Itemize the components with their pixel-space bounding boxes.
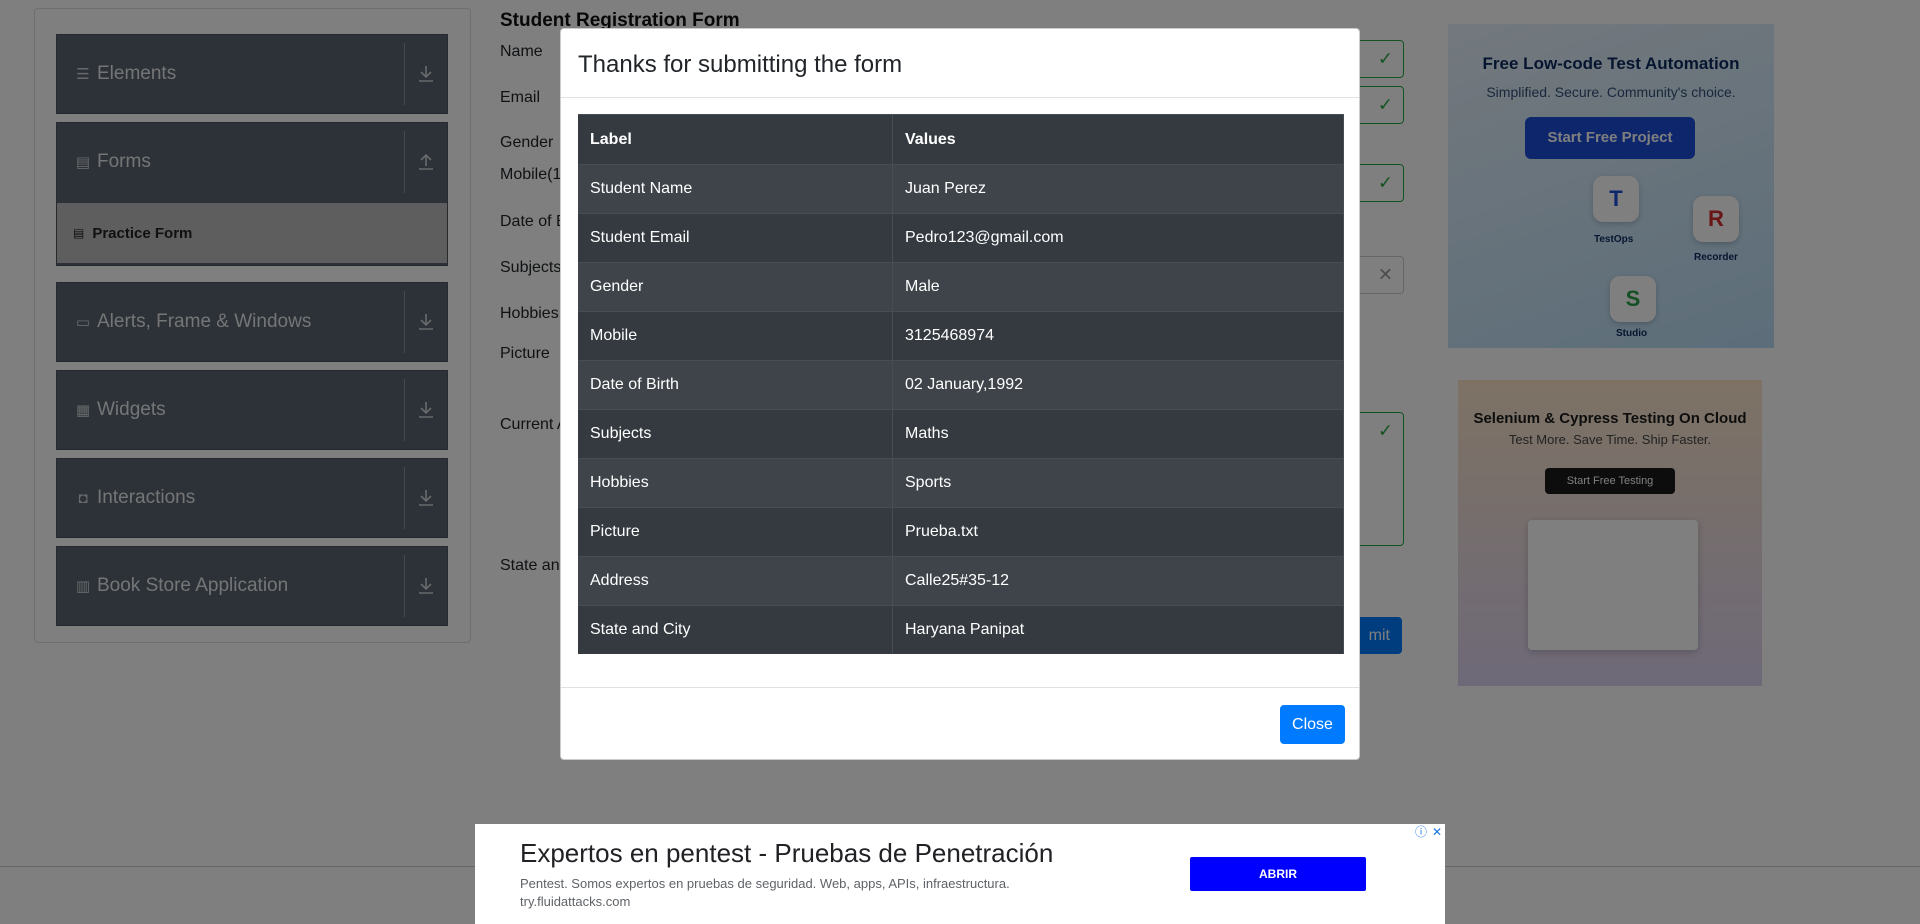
row-label: Date of Birth <box>578 360 893 410</box>
row-label: Student Email <box>578 213 893 263</box>
ad-url[interactable]: try.fluidattacks.com <box>520 894 630 909</box>
table-header-row: Label Values <box>578 114 1344 165</box>
close-button[interactable]: Close <box>1280 705 1345 744</box>
row-value: 02 January,1992 <box>892 360 1344 410</box>
row-label: Hobbies <box>578 458 893 508</box>
ad-description: Pentest. Somos expertos en pruebas de se… <box>520 876 1010 891</box>
table-row: Picture Prueba.txt <box>578 507 1344 557</box>
row-value: 3125468974 <box>892 311 1344 361</box>
row-value: Pedro123@gmail.com <box>892 213 1344 263</box>
ad-info-icon[interactable]: ⓘ <box>1413 824 1429 840</box>
results-table: Label Values Student Name Juan Perez Stud… <box>578 114 1344 654</box>
row-value: Male <box>892 262 1344 312</box>
table-row: State and City Haryana Panipat <box>578 605 1344 654</box>
row-label: Address <box>578 556 893 606</box>
ad-open-button[interactable]: ABRIR <box>1190 857 1366 891</box>
table-row: Hobbies Sports <box>578 458 1344 508</box>
table-row: Date of Birth 02 January,1992 <box>578 360 1344 410</box>
row-value: Prueba.txt <box>892 507 1344 557</box>
table-row: Subjects Maths <box>578 409 1344 459</box>
table-row: Address Calle25#35-12 <box>578 556 1344 606</box>
row-label: Student Name <box>578 164 893 214</box>
row-value: Calle25#35-12 <box>892 556 1344 606</box>
modal-header: Thanks for submitting the form <box>561 29 1359 98</box>
ad-headline[interactable]: Expertos en pentest - Pruebas de Penetra… <box>520 838 1053 869</box>
row-value: Juan Perez <box>892 164 1344 214</box>
row-value: Haryana Panipat <box>892 605 1344 654</box>
modal-footer-divider <box>561 687 1359 688</box>
row-label: Mobile <box>578 311 893 361</box>
row-value: Sports <box>892 458 1344 508</box>
ad-close-icon[interactable]: ✕ <box>1429 824 1445 840</box>
column-header-label: Label <box>578 114 893 165</box>
bottom-ad-banner[interactable]: Expertos en pentest - Pruebas de Penetra… <box>475 824 1445 924</box>
table-row: Student Name Juan Perez <box>578 164 1344 214</box>
row-label: Subjects <box>578 409 893 459</box>
row-label: State and City <box>578 605 893 654</box>
row-value: Maths <box>892 409 1344 459</box>
modal-title: Thanks for submitting the form <box>578 51 903 78</box>
row-label: Gender <box>578 262 893 312</box>
row-label: Picture <box>578 507 893 557</box>
column-header-values: Values <box>892 114 1344 165</box>
table-row: Student Email Pedro123@gmail.com <box>578 213 1344 263</box>
table-row: Mobile 3125468974 <box>578 311 1344 361</box>
submission-modal: Thanks for submitting the form Label Val… <box>560 28 1360 760</box>
table-row: Gender Male <box>578 262 1344 312</box>
